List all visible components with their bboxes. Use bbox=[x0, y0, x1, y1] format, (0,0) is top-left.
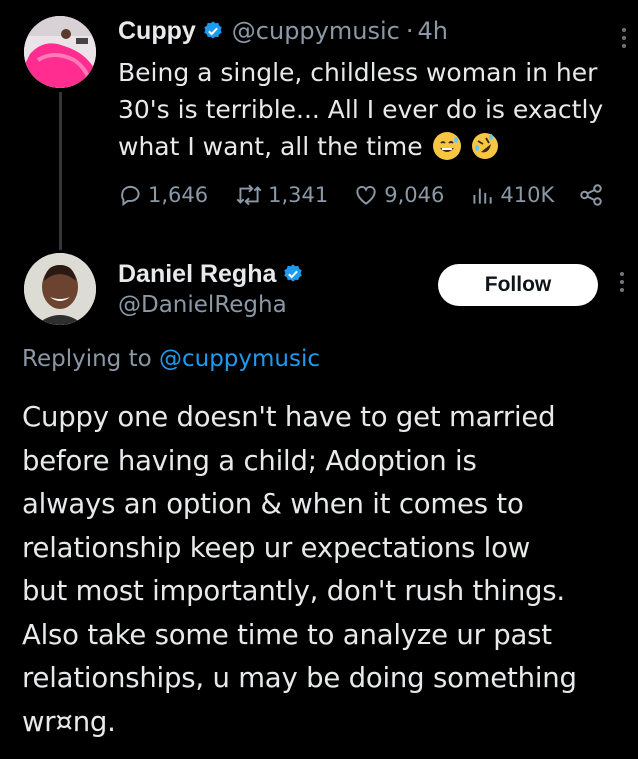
avatar-cuppy[interactable] bbox=[24, 16, 96, 88]
share-icon bbox=[580, 184, 602, 206]
reply-text-line: but most importantly, don't rush things. bbox=[22, 575, 565, 607]
reply-text-line: Also take some time to analyze ur past bbox=[22, 618, 552, 651]
follow-button[interactable]: Follow bbox=[438, 264, 598, 306]
reply-text-line: Cuppy one doesn't have to get married bbox=[22, 401, 556, 433]
reply-text: Cuppy one doesn't have to get married be… bbox=[22, 396, 634, 744]
author-name[interactable]: Cuppy bbox=[118, 17, 196, 46]
tweet-text-line: what I want, all the time bbox=[118, 128, 628, 165]
more-options-icon[interactable] bbox=[617, 268, 627, 296]
author-handle[interactable]: @cuppymusic bbox=[232, 17, 400, 45]
share-button[interactable] bbox=[578, 182, 608, 208]
tweet-text-line-content: what I want, all the time bbox=[118, 132, 423, 161]
separator-dot: · bbox=[405, 17, 414, 45]
more-options-icon[interactable] bbox=[619, 24, 629, 52]
verified-badge-icon bbox=[204, 21, 222, 39]
replying-to-line: Replying to @cuppymusic bbox=[22, 346, 320, 372]
tweet-text-line: Being a single, childless woman in her bbox=[118, 58, 598, 87]
reply-author-handle[interactable]: @DanielRegha bbox=[118, 292, 304, 318]
reply-count: 1,646 bbox=[148, 183, 209, 207]
like-count: 9,046 bbox=[384, 183, 445, 207]
reply-text-line: always an option & when it comes to bbox=[22, 488, 524, 520]
replying-to-handle-link[interactable]: @cuppymusic bbox=[159, 346, 320, 372]
reply-text-line: before having a child; Adoption is bbox=[22, 444, 477, 477]
verified-badge-icon bbox=[284, 264, 303, 282]
repost-button[interactable]: 1,341 bbox=[234, 182, 328, 208]
reply-button[interactable]: 1,646 bbox=[118, 182, 208, 208]
repost-count: 1,341 bbox=[268, 183, 329, 207]
tweet-actions-bar: 1,646 1,341 9,046 410K bbox=[118, 178, 628, 212]
grinning-sweat-emoji-icon bbox=[432, 132, 461, 160]
reply-icon bbox=[121, 185, 140, 207]
tweet-text: Being a single, childless woman in her 3… bbox=[118, 54, 628, 165]
tweet-timestamp[interactable]: 4h bbox=[417, 17, 447, 45]
thread-connector-line bbox=[59, 92, 62, 250]
reply-text-line: relationships, u may be doing something bbox=[22, 662, 577, 694]
reply-text-line: relationship keep ur expectations low bbox=[22, 531, 530, 564]
views-chart-icon bbox=[473, 188, 493, 204]
reply-text-line: wr¤ng. bbox=[22, 705, 116, 738]
rolling-laughing-emoji-icon bbox=[471, 132, 499, 160]
avatar-daniel-regha[interactable] bbox=[24, 253, 96, 325]
tweet-text-line: 30's is terrible... All I ever do is exa… bbox=[118, 95, 604, 124]
like-button[interactable]: 9,046 bbox=[352, 182, 444, 208]
view-count: 410K bbox=[500, 183, 555, 207]
replying-to-label: Replying to bbox=[22, 346, 152, 372]
repost-icon bbox=[236, 184, 262, 206]
tweet-header: Cuppy @cuppymusic · 4h bbox=[118, 14, 448, 48]
heart-icon bbox=[356, 186, 376, 205]
views-button[interactable]: 410K bbox=[468, 182, 554, 208]
reply-author-name[interactable]: Daniel Regha bbox=[118, 260, 276, 289]
reply-author-block: Daniel Regha @DanielRegha bbox=[118, 258, 304, 318]
